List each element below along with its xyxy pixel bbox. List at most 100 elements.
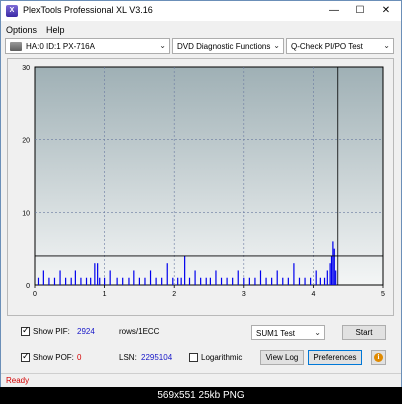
chart-bar bbox=[59, 270, 61, 285]
chart-bar bbox=[149, 270, 152, 285]
chart-bar bbox=[332, 241, 334, 285]
status-bar: Ready bbox=[1, 373, 401, 388]
chevron-down-icon: ⌄ bbox=[273, 41, 280, 50]
x-tick-label: 4 bbox=[311, 291, 315, 298]
sum-test-select[interactable]: SUM1 Test ⌄ bbox=[251, 325, 325, 340]
lsn-value: 2295104 bbox=[141, 353, 173, 362]
chart-bar bbox=[97, 263, 99, 285]
lsn-label: LSN: bbox=[119, 353, 137, 362]
chart-bar bbox=[205, 277, 207, 285]
drive-select[interactable]: HA:0 ID:1 PX-716A ⌄ bbox=[5, 38, 170, 54]
chart-bar bbox=[310, 277, 312, 285]
x-tick-label: 1 bbox=[103, 291, 107, 298]
info-button[interactable]: i bbox=[371, 350, 386, 365]
chart-bar bbox=[323, 277, 326, 285]
chart-bar bbox=[315, 270, 317, 285]
chart-bar bbox=[226, 277, 228, 285]
chart-bar bbox=[276, 270, 278, 285]
chart-bar bbox=[177, 277, 179, 285]
view-log-button[interactable]: View Log bbox=[260, 350, 304, 365]
chart-bar bbox=[293, 263, 295, 285]
chart-bar bbox=[237, 270, 239, 285]
chart-bar bbox=[80, 277, 82, 285]
x-tick-label: 0 bbox=[33, 291, 37, 298]
sum-test-select-value: SUM1 Test bbox=[256, 329, 295, 338]
chart-bar bbox=[180, 277, 182, 285]
chart-bar bbox=[254, 277, 256, 285]
chart-bar bbox=[200, 277, 202, 285]
show-pif-checkbox[interactable] bbox=[21, 325, 30, 336]
chart-bar bbox=[42, 270, 44, 285]
pif-unit: rows/1ECC bbox=[119, 327, 160, 336]
chart-bar bbox=[116, 277, 118, 285]
chart-bar bbox=[287, 277, 289, 285]
chevron-down-icon: ⌄ bbox=[314, 328, 321, 337]
menu-help[interactable]: Help bbox=[46, 25, 65, 35]
chart-bar bbox=[259, 270, 262, 285]
chart-bar bbox=[161, 277, 163, 285]
y-tick-label: 10 bbox=[22, 210, 30, 217]
chart-bar bbox=[133, 270, 135, 285]
chart-bar bbox=[144, 277, 146, 285]
chart-bar bbox=[37, 277, 40, 285]
show-pof-checkbox[interactable] bbox=[21, 351, 30, 362]
chart-bar bbox=[184, 255, 186, 285]
test-select[interactable]: Q-Check PI/PO Test ⌄ bbox=[286, 38, 394, 54]
minimize-button[interactable]: — bbox=[321, 1, 347, 21]
info-icon: i bbox=[374, 353, 383, 362]
pi-po-chart: 0 1 2 3 4 5 0 10 20 30 bbox=[22, 65, 385, 298]
maximize-button[interactable]: ☐ bbox=[347, 1, 373, 21]
chart-bar bbox=[53, 277, 56, 285]
function-select[interactable]: DVD Diagnostic Functions ⌄ bbox=[172, 38, 284, 54]
app-window: X PlexTools Professional XL V3.16 — ☐ ✕ … bbox=[0, 0, 402, 388]
close-button[interactable]: ✕ bbox=[373, 1, 399, 21]
chart-bar bbox=[209, 277, 211, 285]
chart-bar bbox=[166, 263, 168, 285]
pif-value: 2924 bbox=[77, 327, 95, 336]
test-select-value: Q-Check PI/PO Test bbox=[291, 42, 363, 51]
chart-bar bbox=[122, 277, 124, 285]
chart-bar bbox=[326, 270, 328, 285]
chart-bar bbox=[138, 277, 140, 285]
pof-value: 0 bbox=[77, 353, 82, 362]
logarithmic-checkbox[interactable] bbox=[189, 353, 198, 362]
chart-bar bbox=[128, 277, 130, 285]
chart-bar bbox=[70, 277, 72, 285]
plot-area bbox=[34, 66, 384, 286]
chart-bar bbox=[172, 277, 174, 285]
chart-bar bbox=[232, 277, 234, 285]
chart-bar bbox=[330, 255, 333, 285]
controls-panel: Show PIF: 2924 rows/1ECC SUM1 Test ⌄ Sta… bbox=[1, 317, 401, 373]
app-icon: X bbox=[6, 5, 18, 17]
menu-options[interactable]: Options bbox=[6, 25, 37, 35]
chart-bar bbox=[248, 277, 250, 285]
chart-bar bbox=[335, 270, 337, 285]
menu-bar: Options Help bbox=[1, 23, 401, 37]
chart-bar bbox=[188, 277, 191, 285]
chart-bar bbox=[220, 277, 223, 285]
y-tick-label: 30 bbox=[22, 65, 30, 72]
start-button[interactable]: Start bbox=[342, 325, 386, 340]
chevron-down-icon: ⌄ bbox=[159, 41, 166, 50]
chart-bar bbox=[65, 277, 67, 285]
chart-bar bbox=[271, 277, 273, 285]
chart-bar bbox=[90, 277, 92, 285]
drive-select-value: HA:0 ID:1 PX-716A bbox=[26, 42, 95, 51]
image-caption: 569x551 25kb PNG bbox=[0, 387, 402, 404]
preferences-button[interactable]: Preferences bbox=[308, 350, 362, 365]
y-tick-label: 20 bbox=[22, 138, 30, 145]
x-tick-label: 3 bbox=[242, 291, 246, 298]
chart-bar bbox=[74, 270, 76, 285]
show-pif-label: Show PIF: bbox=[33, 327, 70, 336]
chart-bar bbox=[282, 277, 284, 285]
status-text: Ready bbox=[6, 376, 30, 385]
chart-bar bbox=[265, 277, 267, 285]
chart-bar bbox=[85, 277, 88, 285]
chevron-down-icon: ⌄ bbox=[383, 41, 390, 50]
chart-bar bbox=[194, 270, 196, 285]
chart-bar bbox=[109, 270, 111, 285]
logarithmic-label: Logarithmic bbox=[201, 353, 243, 362]
chart-bar bbox=[104, 277, 106, 285]
chart-bar bbox=[155, 277, 157, 285]
chart-bar bbox=[333, 248, 335, 285]
